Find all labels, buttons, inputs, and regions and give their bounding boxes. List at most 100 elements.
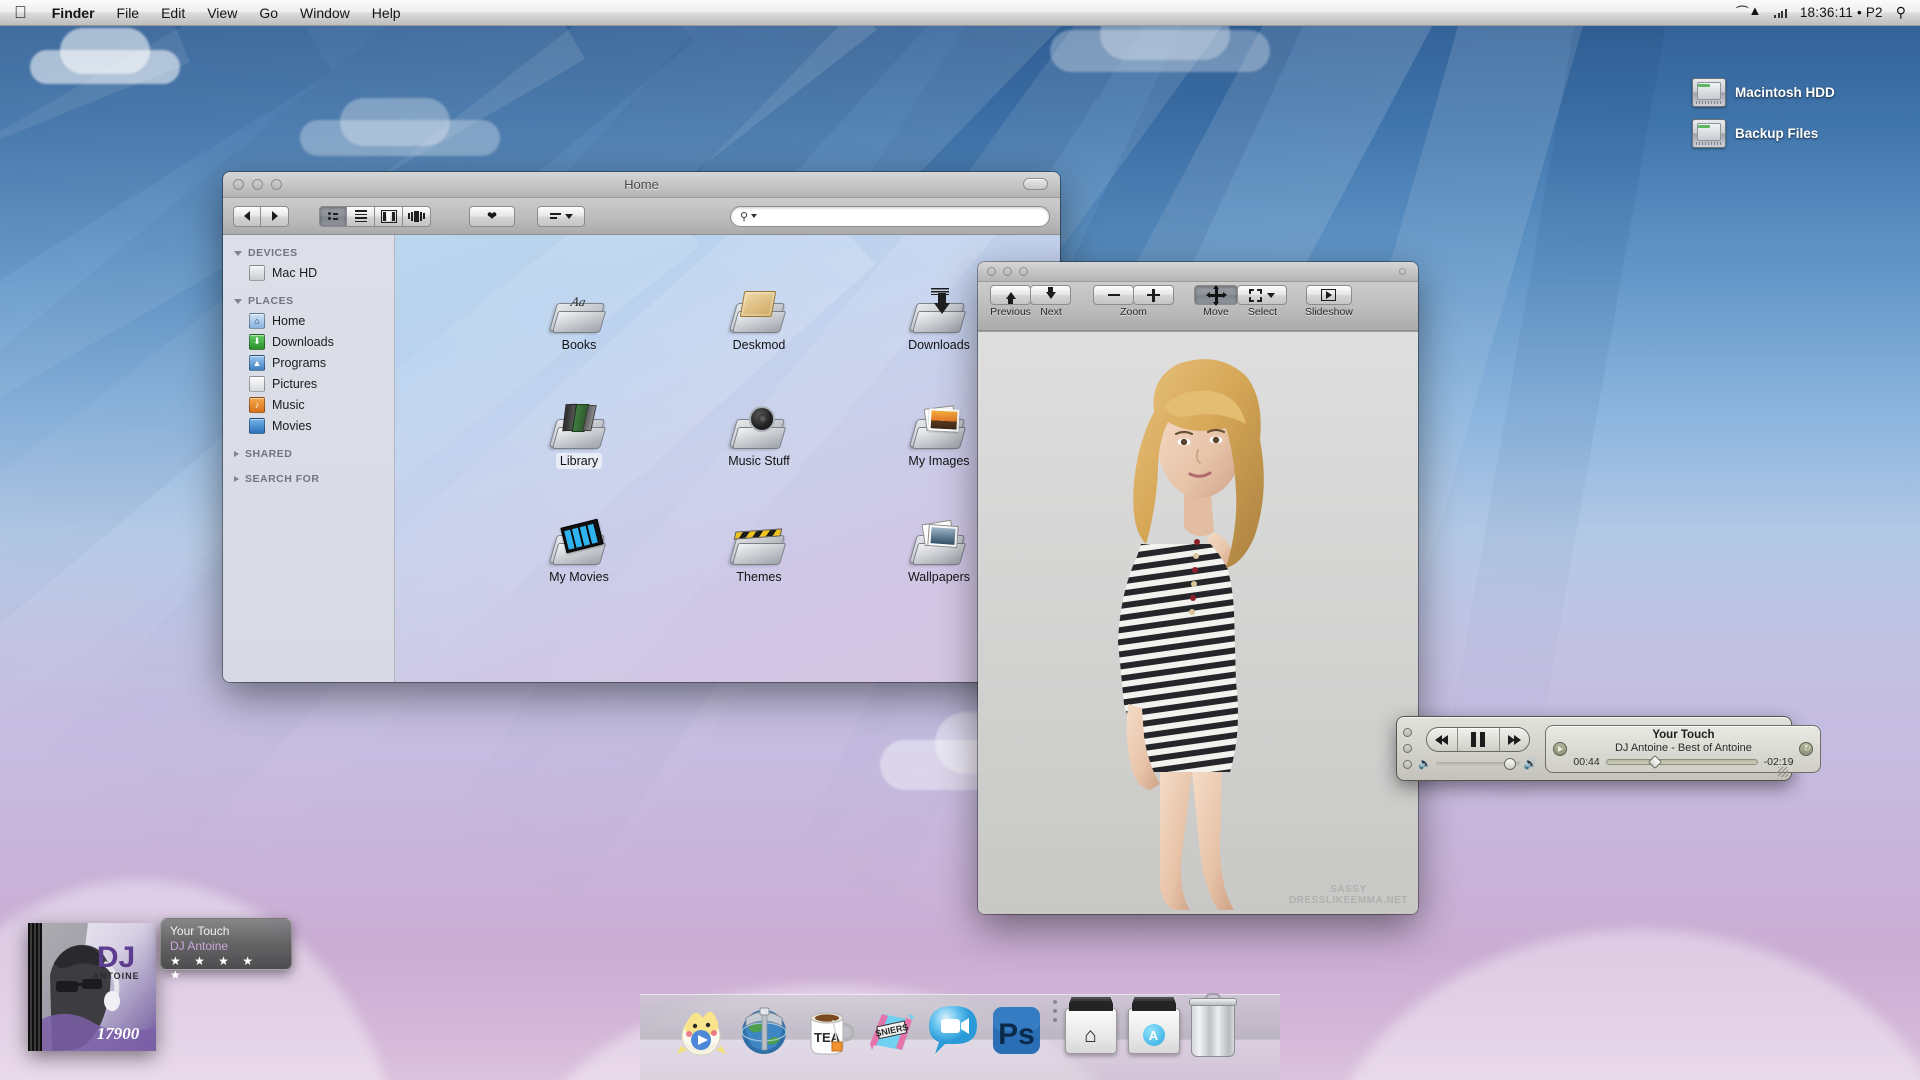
play-pause-button[interactable] bbox=[1456, 728, 1499, 751]
toolbar-toggle-button[interactable] bbox=[1023, 178, 1048, 190]
icon-view-button[interactable] bbox=[319, 205, 347, 227]
list-view-button[interactable] bbox=[347, 205, 375, 227]
menu-item-help[interactable]: Help bbox=[361, 0, 412, 26]
previous-button[interactable]: Previous bbox=[990, 282, 1031, 318]
view-mode-buttons[interactable] bbox=[319, 205, 431, 227]
dock-item-video-chat[interactable] bbox=[925, 1000, 982, 1057]
volume-control[interactable]: 🔈 🔊 bbox=[1418, 757, 1537, 770]
favorite-heart-button[interactable]: ❤ bbox=[469, 205, 515, 227]
dock-item-candy[interactable]: SNIERS bbox=[862, 1000, 919, 1057]
sidebar-item-music[interactable]: ♪ Music bbox=[223, 394, 394, 415]
sidebar-header-shared[interactable]: SHARED bbox=[223, 445, 394, 463]
dock[interactable]: TEA SNIERS Ps ⌂ A bbox=[640, 993, 1280, 1080]
window-controls[interactable] bbox=[978, 267, 1028, 276]
file-item-deskmod[interactable]: Deskmod bbox=[695, 277, 823, 354]
desktop-icon-backup-files[interactable]: Backup Files bbox=[1692, 119, 1818, 148]
viewer-toolbar[interactable]: Previous Next Zoom Move Select Slideshow bbox=[978, 282, 1418, 331]
play-small-icon[interactable] bbox=[1553, 741, 1568, 756]
zoom-in-button[interactable] bbox=[1133, 285, 1174, 305]
finder-window[interactable]: Home ❤ ⚲ DEVICES Mac HD PLACES ⌂ Home ⬇ … bbox=[223, 172, 1060, 682]
dock-item-archive-globe[interactable] bbox=[736, 1000, 793, 1057]
next-track-button[interactable] bbox=[1498, 728, 1529, 751]
player-transport-controls[interactable] bbox=[1425, 727, 1530, 752]
zoom-out-button[interactable] bbox=[1093, 285, 1134, 305]
slideshow-button[interactable]: Slideshow bbox=[1305, 282, 1353, 318]
zoom-button[interactable] bbox=[1019, 267, 1028, 276]
signal-bars-icon[interactable] bbox=[1774, 7, 1787, 18]
menu-item-edit[interactable]: Edit bbox=[150, 0, 196, 26]
viewer-titlebar[interactable] bbox=[978, 262, 1418, 282]
player-dot-1[interactable] bbox=[1403, 728, 1412, 737]
coverflow-view-button[interactable] bbox=[403, 205, 431, 227]
menu-item-finder[interactable]: Finder bbox=[41, 0, 106, 26]
file-item-library[interactable]: Library bbox=[515, 393, 643, 470]
next-button[interactable]: Next bbox=[1030, 282, 1071, 318]
desktop-icon-macintosh-hdd[interactable]: Macintosh HDD bbox=[1692, 78, 1835, 107]
navigation-buttons[interactable] bbox=[233, 205, 289, 227]
player-info-panel[interactable]: Your Touch DJ Antoine - Best of Antoine … bbox=[1545, 724, 1822, 773]
menu-bar-clock[interactable]: 18:36:11 • P2 bbox=[1800, 5, 1883, 20]
file-item-my-movies[interactable]: My Movies bbox=[515, 509, 643, 586]
apple-menu-icon[interactable]:  bbox=[14, 4, 27, 21]
seek-knob[interactable] bbox=[1647, 754, 1662, 770]
zoom-group[interactable]: Zoom bbox=[1093, 282, 1174, 318]
dock-item-trash[interactable] bbox=[1188, 993, 1248, 1057]
eject-icon[interactable]: ⏜▲ bbox=[1736, 3, 1761, 21]
image-viewer-window[interactable]: Previous Next Zoom Move Select Slideshow… bbox=[978, 262, 1418, 914]
disclosure-triangle-icon[interactable] bbox=[234, 298, 242, 304]
finder-toolbar[interactable]: ❤ ⚲ bbox=[223, 198, 1060, 235]
action-menu-button[interactable] bbox=[537, 205, 585, 227]
volume-slider[interactable] bbox=[1435, 757, 1520, 770]
menu-bar-status-area[interactable]: ⏜▲ 18:36:11 • P2 ⚲ bbox=[1736, 3, 1920, 21]
repeat-icon[interactable]: ↻ bbox=[1799, 741, 1814, 756]
spotlight-search-icon[interactable]: ⚲ bbox=[1896, 4, 1906, 21]
disclosure-triangle-icon[interactable] bbox=[234, 250, 242, 256]
player-dot-2[interactable] bbox=[1403, 744, 1412, 753]
select-button[interactable]: Select bbox=[1237, 282, 1287, 318]
menu-bar[interactable]:  Finder File Edit View Go Window Help ⏜… bbox=[0, 0, 1920, 26]
finder-file-area[interactable]: Aa Books Deskmod Downloads Library Music… bbox=[395, 235, 1060, 682]
toolbar-toggle-dot[interactable] bbox=[1399, 268, 1406, 275]
player-mode-dots[interactable] bbox=[1403, 728, 1418, 769]
sidebar-item-downloads[interactable]: ⬇ Downloads bbox=[223, 331, 394, 352]
dock-item-home-stack[interactable]: ⌂ bbox=[1064, 1000, 1122, 1057]
file-item-themes[interactable]: Themes bbox=[695, 509, 823, 586]
disclosure-triangle-icon[interactable] bbox=[234, 476, 239, 482]
search-input[interactable] bbox=[760, 209, 1040, 223]
player-dot-3[interactable] bbox=[1403, 760, 1412, 769]
sidebar-item-mac-hd[interactable]: Mac HD bbox=[223, 262, 394, 283]
sidebar-item-programs[interactable]: ▲ Programs bbox=[223, 352, 394, 373]
back-arrow-icon[interactable] bbox=[233, 205, 261, 227]
dock-item-media-player[interactable] bbox=[673, 1000, 730, 1057]
dock-item-photoshop[interactable]: Ps bbox=[988, 1000, 1045, 1057]
volume-knob[interactable] bbox=[1503, 757, 1516, 770]
sidebar-header-search-for[interactable]: SEARCH FOR bbox=[223, 470, 394, 488]
file-item-books[interactable]: Aa Books bbox=[515, 277, 643, 354]
previous-track-button[interactable] bbox=[1427, 728, 1457, 751]
menu-item-file[interactable]: File bbox=[106, 0, 151, 26]
sidebar-header-places[interactable]: PLACES bbox=[223, 292, 394, 310]
music-player-widget[interactable]: 🔈 🔊 Your Touch DJ Antoine - Best of Anto… bbox=[1396, 716, 1822, 781]
disclosure-triangle-icon[interactable] bbox=[234, 451, 239, 457]
sidebar-header-devices[interactable]: DEVICES bbox=[223, 244, 394, 262]
dock-item-tea[interactable]: TEA bbox=[799, 1000, 856, 1057]
sidebar-item-movies[interactable]: Movies bbox=[223, 415, 394, 436]
menu-item-view[interactable]: View bbox=[196, 0, 248, 26]
column-view-button[interactable] bbox=[375, 205, 403, 227]
finder-sidebar[interactable]: DEVICES Mac HD PLACES ⌂ Home ⬇ Downloads… bbox=[223, 235, 395, 682]
resize-handle[interactable] bbox=[1778, 767, 1788, 777]
player-progress-row[interactable]: 00:44 -02:19 bbox=[1573, 754, 1793, 770]
file-item-music-stuff[interactable]: Music Stuff bbox=[695, 393, 823, 470]
forward-arrow-icon[interactable] bbox=[261, 205, 289, 227]
sidebar-item-pictures[interactable]: Pictures bbox=[223, 373, 394, 394]
viewer-image-canvas[interactable]: SASSY DRESSLIKEEMMA.NET bbox=[978, 331, 1418, 914]
album-art-widget[interactable]: DJ ANTOINE 17900 bbox=[28, 923, 156, 1051]
finder-search-field[interactable]: ⚲ bbox=[730, 205, 1050, 227]
dock-item-applications-stack[interactable]: A bbox=[1127, 1000, 1185, 1057]
menu-item-window[interactable]: Window bbox=[289, 0, 361, 26]
menu-item-go[interactable]: Go bbox=[248, 0, 289, 26]
sidebar-item-home[interactable]: ⌂ Home bbox=[223, 310, 394, 331]
finder-titlebar[interactable]: Home bbox=[223, 172, 1060, 198]
seek-slider[interactable] bbox=[1605, 754, 1758, 770]
close-button[interactable] bbox=[987, 267, 996, 276]
